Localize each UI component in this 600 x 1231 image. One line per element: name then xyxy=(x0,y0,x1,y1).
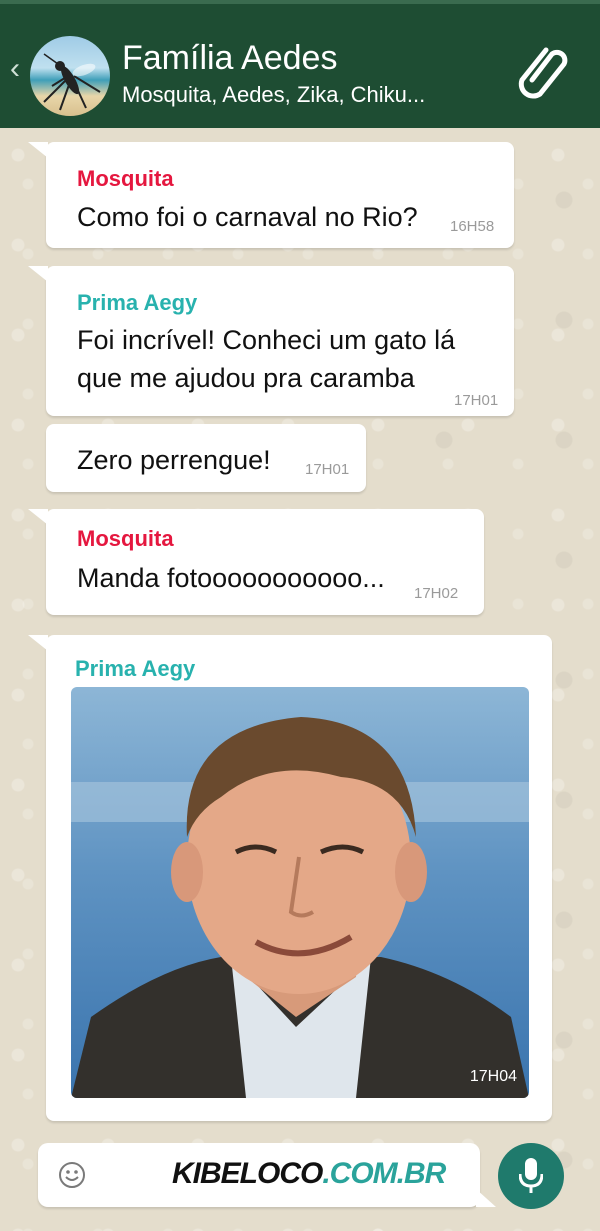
message-text: que me ajudou pra caramba xyxy=(77,363,415,393)
emoji-icon[interactable] xyxy=(58,1161,86,1194)
message-sender: Mosquita xyxy=(77,526,174,551)
message-bubble[interactable]: Zero perrengue! 17H01 xyxy=(46,424,366,492)
message-time: 17H02 xyxy=(414,585,459,602)
message-sender: Mosquita xyxy=(77,166,174,191)
chat-members[interactable]: Mosquita, Aedes, Zika, Chiku... xyxy=(122,81,425,109)
message-text: Como foi o carnaval no Rio? xyxy=(77,202,418,232)
message-bubble[interactable]: Mosquita Como foi o carnaval no Rio? 16H… xyxy=(28,142,514,248)
message-text: Foi incrível! Conheci um gato lá xyxy=(77,325,456,355)
message-bubble[interactable]: Prima Aegy Foi incrível! Conheci um gato… xyxy=(28,266,514,416)
paperclip-icon[interactable] xyxy=(512,40,572,105)
message-time: 16H58 xyxy=(450,218,495,235)
chat-header: ‹ Família Aedes Mosquita, Aedes, Zika, C… xyxy=(0,0,600,128)
message-time: 17H01 xyxy=(305,461,350,478)
message-bubble[interactable]: Mosquita Manda fotooooooooooo... 17H02 xyxy=(28,509,484,615)
message-text: Manda fotooooooooooo... xyxy=(77,563,385,593)
watermark-part2: .COM.BR xyxy=(322,1157,446,1190)
chevron-left-icon[interactable]: ‹ xyxy=(10,54,20,84)
group-avatar[interactable] xyxy=(30,36,110,116)
chat-title[interactable]: Família Aedes xyxy=(122,38,337,78)
message-time: 17H01 xyxy=(454,392,499,409)
message-input-bar[interactable]: KIBELOCO.COM.BR xyxy=(38,1143,496,1207)
message-sender: Prima Aegy xyxy=(77,290,198,315)
watermark-part1: KIBELOCO xyxy=(172,1157,323,1190)
message-time: 17H04 xyxy=(469,1068,517,1085)
microphone-icon xyxy=(519,1158,543,1193)
watermark-logo: KIBELOCO.COM.BR xyxy=(172,1157,446,1191)
mosquito-icon xyxy=(43,53,101,111)
microphone-button[interactable] xyxy=(498,1143,564,1209)
message-text: Zero perrengue! xyxy=(77,445,271,475)
message-photo[interactable]: 17H04 xyxy=(71,687,529,1098)
message-sender: Prima Aegy xyxy=(75,656,196,681)
man-portrait-image xyxy=(71,717,529,1098)
